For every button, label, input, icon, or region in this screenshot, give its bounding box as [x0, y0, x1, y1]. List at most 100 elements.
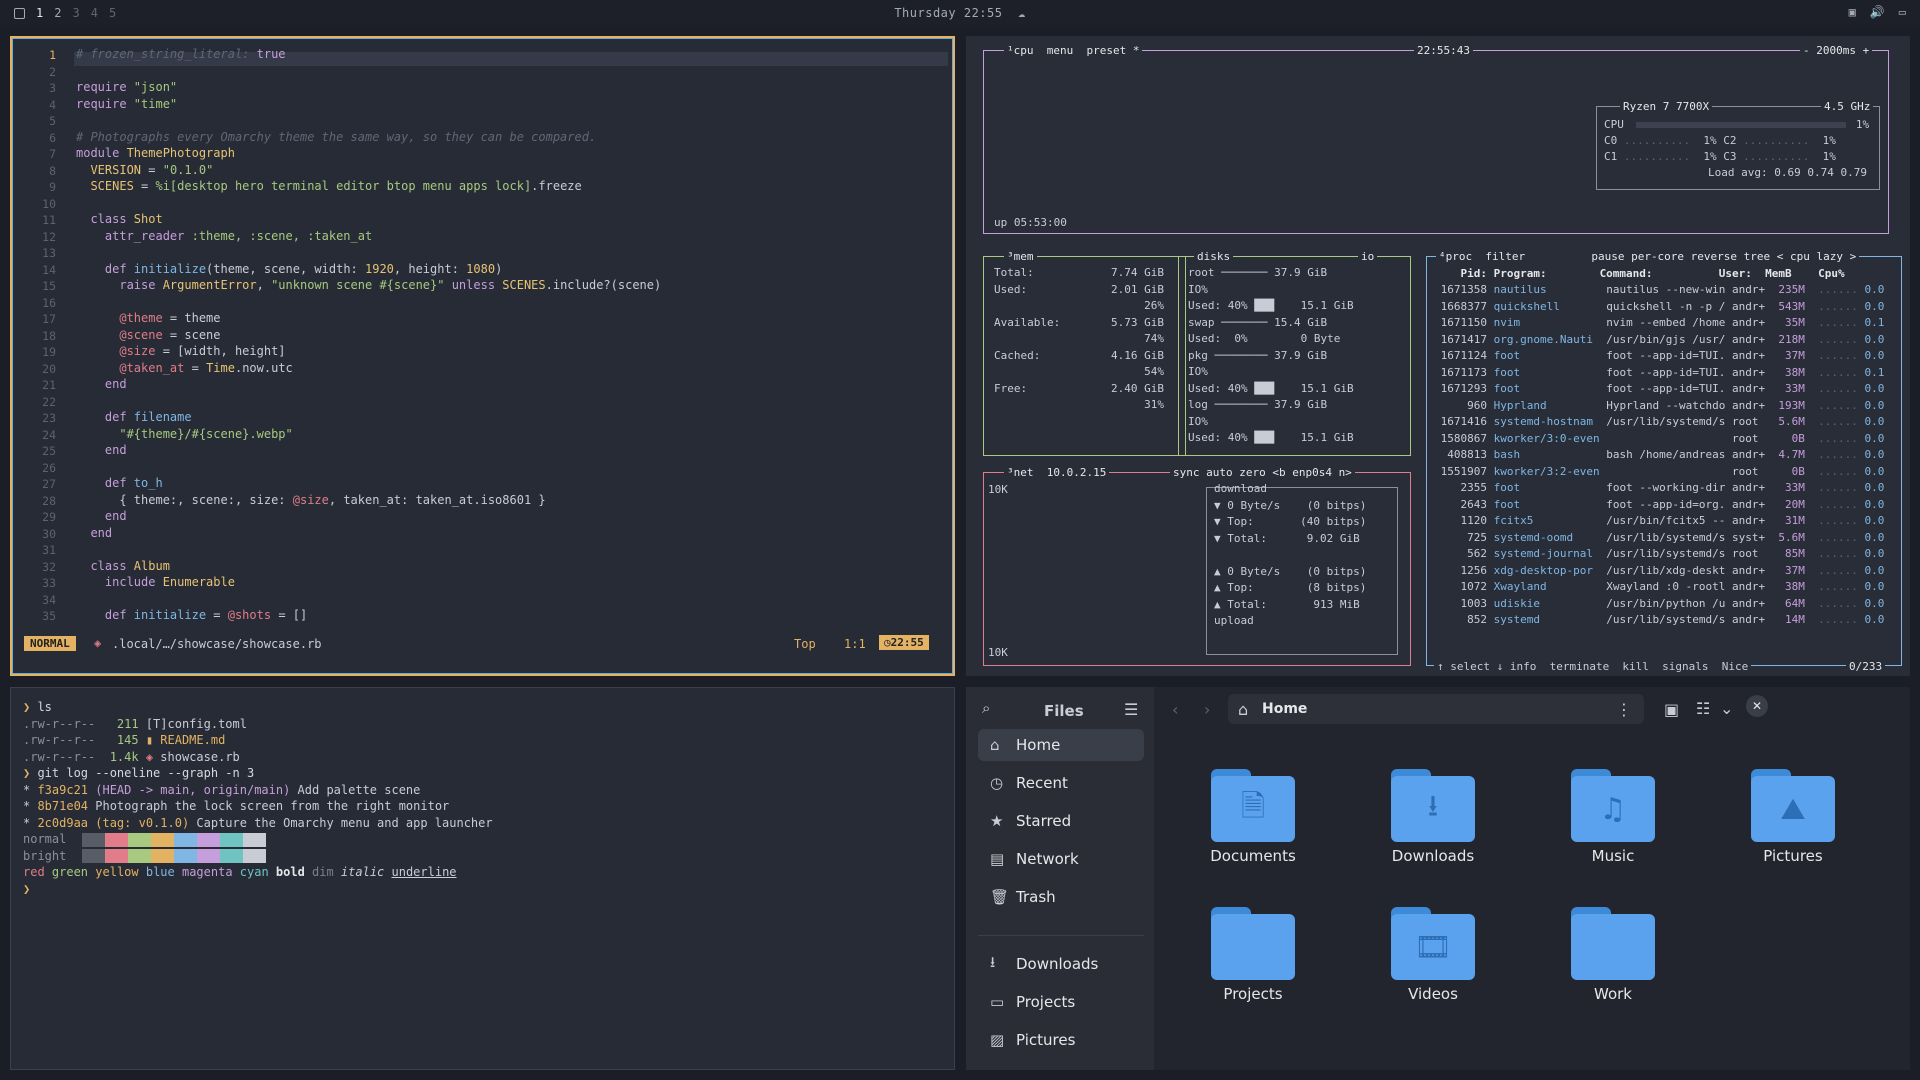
code-line: end	[76, 526, 112, 540]
folder-music[interactable]: ♫ Music	[1538, 769, 1688, 865]
code-token: # frozen_string_literal:	[76, 47, 257, 61]
location-menu-icon[interactable]: ⋮	[1616, 700, 1632, 719]
folder-pictures[interactable]: ⛰ Pictures	[1718, 769, 1868, 865]
location-bar[interactable]: ⌂ Home ⋮	[1228, 694, 1644, 724]
screenshot-icon[interactable]: ▣	[1664, 700, 1679, 719]
status-time: ◷22:55	[879, 635, 929, 650]
net-ip: 10.0.2.15	[1046, 466, 1107, 479]
folder-label: Pictures	[1763, 847, 1823, 865]
code-token: class	[76, 558, 134, 573]
net-scale-top: 10K	[988, 483, 1008, 496]
code-token: end	[76, 509, 127, 523]
back-icon[interactable]: ‹	[1172, 700, 1178, 719]
sidebar-menu-icon[interactable]: ☰	[1124, 700, 1138, 719]
code-token: include	[76, 575, 163, 589]
mem-title: ³mem	[1004, 250, 1037, 263]
location-label: Home	[1262, 701, 1308, 717]
process-row[interactable]: 1671293 foot foot --app-id=TUI. andr+ 33…	[1434, 382, 1885, 395]
volume-icon[interactable]: 🔊	[1870, 5, 1885, 19]
process-row[interactable]: 1551907 kworker/3:2-even root 0B ...... …	[1434, 465, 1885, 478]
folder-icon: 🎞	[1391, 907, 1475, 980]
net-options[interactable]: sync auto zero <b enp0s4 n>	[1170, 466, 1355, 479]
nvim-window[interactable]: 1 # frozen_string_literal: true 2 3 require …	[10, 36, 955, 676]
process-row[interactable]: 1668377 quickshell quickshell -n -p / an…	[1434, 300, 1885, 313]
sidebar-item-recent[interactable]: ◷ Recent	[978, 767, 1144, 799]
code-line: def initialize(theme, scene, width: 1920…	[76, 262, 502, 276]
code-token: filename	[133, 410, 192, 424]
cpu-title[interactable]: cpu	[1014, 44, 1034, 57]
close-icon[interactable]: ✕	[1746, 695, 1768, 717]
code-token: "time"	[133, 96, 178, 111]
files-window[interactable]: ⌕ Files ☰ ⌂ Home ◷ Recent ★ Starred ▤ Network 🗑 T…	[966, 687, 1910, 1070]
terminal-line: * 8b71e04 Photograph the lock screen fro…	[23, 799, 450, 813]
process-row[interactable]: 1671416 systemd-hostnam /usr/lib/systemd…	[1434, 415, 1885, 428]
process-row[interactable]: 1256 xdg-desktop-por /usr/lib/xdg-deskt …	[1434, 564, 1884, 577]
process-row[interactable]: 408813 bash bash /home/andreas andr+ 4.7…	[1434, 448, 1884, 461]
proc-title[interactable]: proc	[1446, 250, 1473, 263]
disk-row: root ─────── 37.9 GiB	[1188, 266, 1328, 279]
line-number: 2	[49, 64, 56, 79]
terminal-line: ❯	[23, 881, 31, 896]
sidebar-item-home[interactable]: ⌂ Home	[978, 729, 1144, 761]
code-token: require	[76, 80, 134, 94]
folder-downloads[interactable]: ⭳ Downloads	[1358, 769, 1508, 865]
btop-window[interactable]: ¹cpu menu preset * 22:55:43 - 2000ms + R…	[966, 36, 1910, 676]
screen-record-icon[interactable]: ▣	[1849, 5, 1856, 19]
terminal-window[interactable]: ❯ ls .rw-r--r-- 211 [T]config.toml .rw-r--…	[10, 687, 955, 1070]
process-row[interactable]: 852 systemd /usr/lib/systemd/s andr+ 14M…	[1434, 613, 1884, 626]
code-token: )	[495, 261, 503, 276]
process-row[interactable]: 562 systemd-journal /usr/lib/systemd/s r…	[1434, 547, 1884, 560]
view-options-icon[interactable]: ⌄	[1720, 699, 1733, 718]
menu-button[interactable]: menu	[1047, 44, 1074, 57]
folder-videos[interactable]: 🎞 Videos	[1358, 907, 1508, 1003]
process-row[interactable]: 1671124 foot foot --app-id=TUI. andr+ 37…	[1434, 349, 1885, 362]
io-toggle[interactable]: io	[1358, 250, 1378, 263]
process-row[interactable]: 1580867 kworker/3:0-even root 0B ...... …	[1434, 432, 1885, 445]
sidebar-item-pictures[interactable]: ▨ Pictures	[978, 1024, 1144, 1056]
preset-button[interactable]: preset *	[1087, 44, 1140, 57]
sidebar-item-network[interactable]: ▤ Network	[978, 843, 1144, 875]
process-row[interactable]: 1671173 foot foot --app-id=TUI. andr+ 38…	[1434, 366, 1885, 379]
display-icon[interactable]: ▭	[1899, 5, 1906, 19]
process-row[interactable]: 2643 foot foot --app-id=org. andr+ 20M .…	[1434, 498, 1884, 511]
sidebar-item-starred[interactable]: ★ Starred	[978, 805, 1144, 837]
process-row[interactable]: 1003 udiskie /usr/bin/python /u andr+ 64…	[1434, 597, 1884, 610]
view-list-icon[interactable]: ☷	[1696, 699, 1710, 718]
code-token: attr_reader	[76, 228, 192, 243]
proc-options[interactable]: filter pause per-core reverse tree < cpu…	[1485, 250, 1856, 263]
uptime: up 05:53:00	[994, 216, 1067, 229]
process-row[interactable]: 1120 fcitx5 /usr/bin/fcitx5 -- andr+ 31M…	[1434, 514, 1884, 527]
trash-icon: 🗑	[990, 888, 1010, 906]
forward-icon[interactable]: ›	[1204, 700, 1210, 719]
net-row: ▲ Top: (8 bitps)	[1214, 581, 1367, 594]
code-line: @theme = theme	[76, 311, 220, 325]
code-token: .freeze	[531, 179, 582, 193]
process-row[interactable]: 1671417 org.gnome.Nauti /usr/bin/gjs /us…	[1434, 333, 1885, 346]
core-row-1: C1 .......... 1% C3 .......... 1%	[1604, 150, 1836, 163]
process-row[interactable]: 725 systemd-oomd /usr/lib/systemd/s syst…	[1434, 531, 1884, 544]
process-row[interactable]: 1671150 nvim nvim --embed /home andr+ 35…	[1434, 316, 1885, 329]
mode-indicator: NORMAL	[24, 636, 76, 651]
folder-projects[interactable]: Projects	[1178, 907, 1328, 1003]
code-token: @taken_at	[76, 360, 185, 375]
search-icon[interactable]: ⌕	[982, 699, 990, 717]
process-row[interactable]: 1072 Xwayland Xwayland :0 -rootl andr+ 3…	[1434, 580, 1884, 593]
palette-swatch	[197, 832, 221, 847]
sidebar-item-projects[interactable]: ▭ Projects	[978, 986, 1144, 1018]
proc-footer[interactable]: ↑ select ↓ info terminate kill signals N…	[1434, 660, 1752, 673]
folder-documents[interactable]: 🗎 Documents	[1178, 769, 1328, 865]
folder-work[interactable]: Work	[1538, 907, 1688, 1003]
home-icon: ⌂	[990, 736, 1000, 754]
process-row[interactable]: 960 Hyprland Hyprland --watchdo andr+ 19…	[1434, 399, 1884, 412]
code-line: def filename	[76, 410, 192, 424]
code-line: # Photographs every Omarchy theme the sa…	[76, 130, 596, 144]
line-number: 34	[42, 592, 56, 607]
refresh-interval[interactable]: - 2000ms +	[1800, 44, 1873, 57]
sidebar-item-downloads[interactable]: ⭳ Downloads	[978, 948, 1144, 980]
sidebar-item-trash[interactable]: 🗑 Trash	[978, 881, 1144, 913]
process-row[interactable]: 2355 foot foot --working-dir andr+ 33M .…	[1434, 481, 1884, 494]
clock[interactable]: Thursday 22:55 ☁	[0, 6, 1920, 20]
process-row[interactable]: 1671358 nautilus nautilus --new-win andr…	[1434, 283, 1885, 296]
code-token: "unknown scene #{scene}"	[271, 278, 445, 292]
palette-swatch	[174, 849, 198, 863]
